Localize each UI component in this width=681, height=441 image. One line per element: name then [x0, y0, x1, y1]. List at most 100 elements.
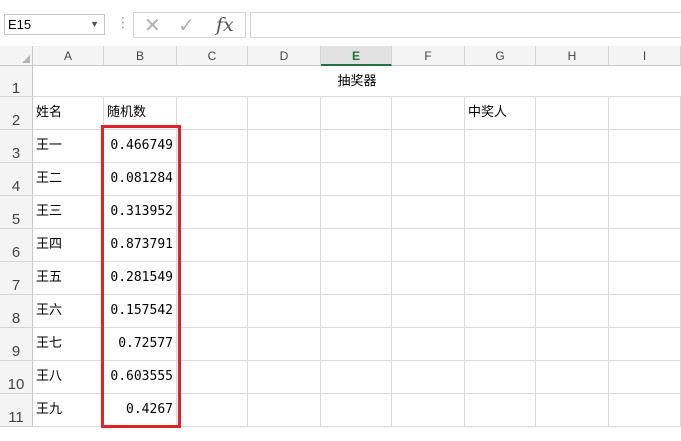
header-winner[interactable]: 中奖人	[465, 97, 536, 130]
cell-e4[interactable]	[321, 163, 392, 196]
row-header-4[interactable]: 4	[0, 163, 33, 196]
cell-f10[interactable]	[392, 361, 465, 394]
entry-random[interactable]: 0.466749	[104, 130, 177, 163]
cell-c6[interactable]	[177, 229, 248, 262]
column-header-i[interactable]: I	[609, 46, 681, 66]
cell-f3[interactable]	[392, 130, 465, 163]
cancel-icon[interactable]: ✕	[144, 14, 161, 36]
cell-h8[interactable]	[536, 295, 609, 328]
header-name[interactable]: 姓名	[33, 97, 104, 130]
cell-e2[interactable]	[321, 97, 392, 130]
cell-g11[interactable]	[465, 394, 536, 427]
cell-i5[interactable]	[609, 196, 681, 229]
row-header-2[interactable]: 2	[0, 97, 33, 130]
entry-name[interactable]: 王二	[33, 163, 104, 196]
cell-f5[interactable]	[392, 196, 465, 229]
column-header-a[interactable]: A	[33, 46, 104, 66]
cell-d5[interactable]	[248, 196, 321, 229]
cell-g7[interactable]	[465, 262, 536, 295]
cell-g8[interactable]	[465, 295, 536, 328]
row-header-1[interactable]: 1	[0, 66, 33, 97]
cell-e11[interactable]	[321, 394, 392, 427]
cell-d2[interactable]	[248, 97, 321, 130]
cell-h10[interactable]	[536, 361, 609, 394]
cell-f6[interactable]	[392, 229, 465, 262]
row-header-9[interactable]: 9	[0, 328, 33, 361]
entry-name[interactable]: 王四	[33, 229, 104, 262]
cell-i9[interactable]	[609, 328, 681, 361]
cell-e5[interactable]	[321, 196, 392, 229]
entry-name[interactable]: 王七	[33, 328, 104, 361]
cell-i2[interactable]	[609, 97, 681, 130]
cell-c9[interactable]	[177, 328, 248, 361]
sheet-title[interactable]: 抽奖器	[33, 66, 681, 97]
cell-e6[interactable]	[321, 229, 392, 262]
entry-name[interactable]: 王三	[33, 196, 104, 229]
cell-h9[interactable]	[536, 328, 609, 361]
cell-e7[interactable]	[321, 262, 392, 295]
entry-random[interactable]: 0.603555	[104, 361, 177, 394]
cell-d9[interactable]	[248, 328, 321, 361]
cell-c8[interactable]	[177, 295, 248, 328]
row-header-8[interactable]: 8	[0, 295, 33, 328]
row-header-3[interactable]: 3	[0, 130, 33, 163]
column-header-e[interactable]: E	[321, 46, 392, 66]
entry-random[interactable]: 0.157542	[104, 295, 177, 328]
cell-i4[interactable]	[609, 163, 681, 196]
cell-d7[interactable]	[248, 262, 321, 295]
cell-d4[interactable]	[248, 163, 321, 196]
cell-d11[interactable]	[248, 394, 321, 427]
cell-c5[interactable]	[177, 196, 248, 229]
row-header-6[interactable]: 6	[0, 229, 33, 262]
cell-f8[interactable]	[392, 295, 465, 328]
cell-d3[interactable]	[248, 130, 321, 163]
cell-c4[interactable]	[177, 163, 248, 196]
cell-f2[interactable]	[392, 97, 465, 130]
insert-function-icon[interactable]: fx	[216, 14, 234, 36]
cell-h11[interactable]	[536, 394, 609, 427]
column-header-g[interactable]: G	[465, 46, 536, 66]
cell-c2[interactable]	[177, 97, 248, 130]
cell-h3[interactable]	[536, 130, 609, 163]
cell-c11[interactable]	[177, 394, 248, 427]
entry-random[interactable]: 0.281549	[104, 262, 177, 295]
cell-c10[interactable]	[177, 361, 248, 394]
entry-name[interactable]: 王八	[33, 361, 104, 394]
cell-c3[interactable]	[177, 130, 248, 163]
entry-random[interactable]: 0.4267	[104, 394, 177, 427]
entry-random[interactable]: 0.72577	[104, 328, 177, 361]
column-header-b[interactable]: B	[104, 46, 177, 66]
cell-g5[interactable]	[465, 196, 536, 229]
cell-e9[interactable]	[321, 328, 392, 361]
cell-g6[interactable]	[465, 229, 536, 262]
enter-icon[interactable]: ✓	[178, 14, 195, 36]
entry-name[interactable]: 王五	[33, 262, 104, 295]
name-box[interactable]: E15 ▼	[4, 14, 105, 35]
cell-f4[interactable]	[392, 163, 465, 196]
entry-random[interactable]: 0.081284	[104, 163, 177, 196]
cell-f11[interactable]	[392, 394, 465, 427]
cell-g9[interactable]	[465, 328, 536, 361]
cell-i10[interactable]	[609, 361, 681, 394]
row-header-11[interactable]: 11	[0, 394, 33, 427]
cell-h4[interactable]	[536, 163, 609, 196]
cell-e3[interactable]	[321, 130, 392, 163]
cell-d10[interactable]	[248, 361, 321, 394]
chevron-down-icon[interactable]: ▼	[90, 15, 99, 34]
entry-name[interactable]: 王一	[33, 130, 104, 163]
cell-h6[interactable]	[536, 229, 609, 262]
cell-h5[interactable]	[536, 196, 609, 229]
cell-e8[interactable]	[321, 295, 392, 328]
column-header-f[interactable]: F	[392, 46, 465, 66]
entry-name[interactable]: 王九	[33, 394, 104, 427]
row-header-5[interactable]: 5	[0, 196, 33, 229]
cell-f9[interactable]	[392, 328, 465, 361]
cell-f7[interactable]	[392, 262, 465, 295]
cell-i11[interactable]	[609, 394, 681, 427]
cell-i7[interactable]	[609, 262, 681, 295]
entry-name[interactable]: 王六	[33, 295, 104, 328]
column-header-h[interactable]: H	[536, 46, 609, 66]
cell-i3[interactable]	[609, 130, 681, 163]
formula-input[interactable]	[250, 12, 681, 38]
cell-g4[interactable]	[465, 163, 536, 196]
